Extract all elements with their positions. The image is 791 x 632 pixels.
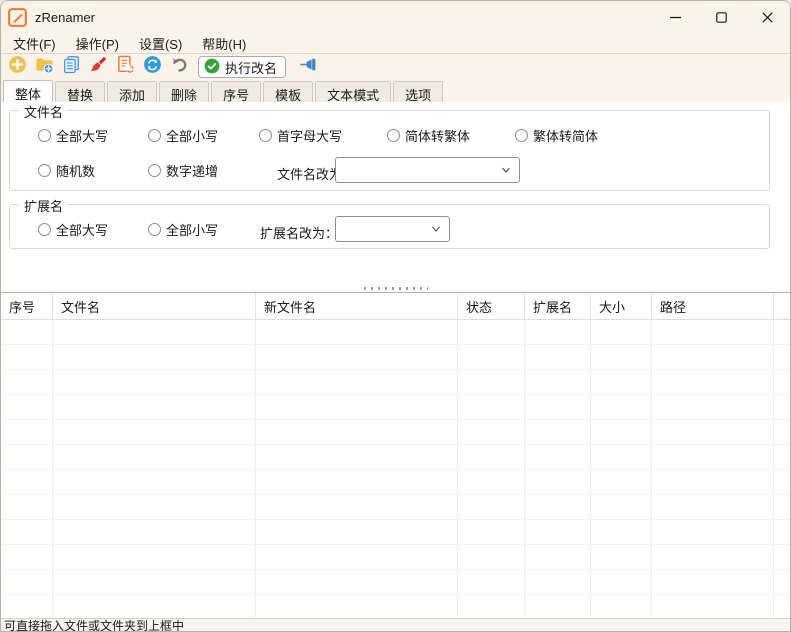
filename-group-title: 文件名 [20,102,67,121]
tab-add[interactable]: 添加 [107,81,157,102]
pin-on-top-button[interactable] [297,55,321,79]
window-title: zRenamer [35,10,95,25]
tab-text-mode[interactable]: 文本模式 [315,81,391,102]
table-row [1,570,790,595]
undo-icon [170,55,189,79]
radio-extension-uppercase[interactable]: 全部大写 [38,220,108,239]
title-bar[interactable]: zRenamer [1,1,790,33]
menu-file[interactable]: 文件(F) [3,32,66,55]
menu-settings[interactable]: 设置(S) [129,32,192,55]
maximize-button[interactable] [698,1,744,33]
file-list-button[interactable] [59,55,83,79]
table-header: 序号 文件名 新文件名 状态 扩展名 大小 路径 [1,293,790,320]
radio-circle-icon [515,129,528,142]
table-row [1,445,790,470]
tab-delete[interactable]: 删除 [159,81,209,102]
radio-circle-icon [38,223,51,236]
refresh-button[interactable] [140,55,164,79]
column-header-status[interactable]: 状态 [458,293,525,319]
close-button[interactable] [744,1,790,33]
radio-random-number[interactable]: 随机数 [38,161,95,180]
tab-replace[interactable]: 替换 [55,81,105,102]
extension-change-label: 扩展名改为： [260,223,338,242]
add-folder-icon [35,55,54,79]
column-header-size[interactable]: 大小 [591,293,652,319]
radio-circle-icon [148,164,161,177]
table-row [1,370,790,395]
radio-filename-uppercase[interactable]: 全部大写 [38,126,108,145]
add-folder-button[interactable] [32,55,56,79]
table-body[interactable] [1,320,790,618]
tab-number[interactable]: 序号 [211,81,261,102]
clear-list-button[interactable] [86,55,110,79]
preview-rename-button[interactable] [113,55,137,79]
radio-circle-icon [38,129,51,142]
menu-help[interactable]: 帮助(H) [192,32,256,55]
extension-group-title: 扩展名 [20,196,67,215]
column-header-path[interactable]: 路径 [652,293,774,319]
tab-whole[interactable]: 整体 [3,80,53,102]
undo-button[interactable] [167,55,191,79]
tool-bar: 执行改名 [1,54,790,80]
table-row [1,395,790,420]
radio-extension-lowercase[interactable]: 全部小写 [148,220,218,239]
radio-filename-capitalize[interactable]: 首字母大写 [259,126,342,145]
radio-circle-icon [148,223,161,236]
column-header-filler [774,293,790,319]
execute-rename-label: 执行改名 [225,58,277,77]
radio-simplified-to-traditional[interactable]: 简体转繁体 [387,126,470,145]
status-text: 可直接拖入文件或文件夹到上框中 [4,620,184,632]
column-header-index[interactable]: 序号 [1,293,53,319]
clear-brush-icon [89,55,108,79]
minimize-button[interactable] [652,1,698,33]
tab-strip: 整体 替换 添加 删除 序号 模板 文本模式 选项 [1,80,790,102]
add-file-button[interactable] [5,55,29,79]
table-row [1,595,790,618]
splitter-grip-icon [364,287,428,290]
table-row [1,520,790,545]
table-row [1,470,790,495]
execute-check-icon [204,58,220,77]
file-table: 序号 文件名 新文件名 状态 扩展名 大小 路径 [1,292,790,618]
tab-options[interactable]: 选项 [393,81,443,102]
file-list-icon [62,55,81,79]
table-row [1,495,790,520]
app-icon [8,8,27,27]
radio-number-increment[interactable]: 数字递增 [148,161,218,180]
chevron-down-icon [501,165,511,175]
radio-circle-icon [38,164,51,177]
app-window: zRenamer 文件(F) 操作(P) 设置(S) 帮助(H) [0,0,791,632]
column-header-newname[interactable]: 新文件名 [256,293,458,319]
column-header-extension[interactable]: 扩展名 [525,293,591,319]
tab-template[interactable]: 模板 [263,81,313,102]
status-bar: 可直接拖入文件或文件夹到上框中 [1,618,790,632]
radio-circle-icon [259,129,272,142]
chevron-down-icon [431,224,441,234]
pin-icon [300,55,319,79]
menu-operation[interactable]: 操作(P) [66,32,129,55]
table-row [1,345,790,370]
filename-change-combobox[interactable] [335,157,520,183]
extension-change-combobox[interactable] [335,216,450,242]
filename-groupbox: 文件名 全部大写 全部小写 首字母大写 简体转繁体 繁体转简体 [9,110,770,191]
tab-panel-whole: 文件名 全部大写 全部小写 首字母大写 简体转繁体 繁体转简体 [1,102,790,284]
radio-circle-icon [387,129,400,142]
extension-groupbox: 扩展名 全部大写 全部小写 扩展名改为： [9,204,770,249]
preview-rename-icon [116,55,135,79]
table-row [1,545,790,570]
column-header-filename[interactable]: 文件名 [53,293,256,319]
table-row [1,420,790,445]
splitter[interactable] [1,284,790,292]
radio-filename-lowercase[interactable]: 全部小写 [148,126,218,145]
execute-rename-button[interactable]: 执行改名 [198,56,286,78]
refresh-icon [143,55,162,79]
radio-circle-icon [148,129,161,142]
menu-bar: 文件(F) 操作(P) 设置(S) 帮助(H) [1,33,790,54]
radio-traditional-to-simplified[interactable]: 繁体转简体 [515,126,598,145]
add-file-icon [8,55,27,79]
table-row [1,320,790,345]
